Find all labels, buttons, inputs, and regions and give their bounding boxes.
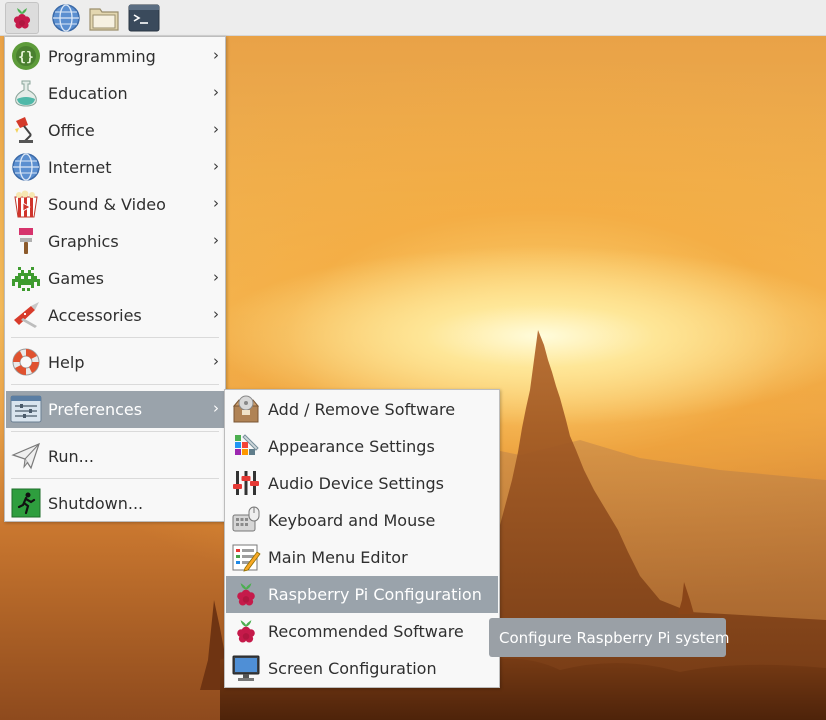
color-swatch-icon bbox=[235, 434, 259, 455]
raspberry-icon bbox=[13, 8, 31, 29]
submenu-item-label: Screen Configuration bbox=[268, 659, 437, 678]
pocket-knife-icon bbox=[14, 302, 39, 328]
menu-item-label: Games bbox=[48, 269, 104, 288]
menu-item-games[interactable]: Games › bbox=[6, 260, 224, 297]
globe-icon bbox=[52, 4, 80, 32]
terminal-launcher[interactable] bbox=[128, 2, 160, 34]
menu-item-programming[interactable]: {} Programming › bbox=[6, 38, 224, 75]
menu-separator bbox=[11, 337, 219, 338]
paper-plane-icon bbox=[11, 442, 40, 470]
submenu-item-label: Appearance Settings bbox=[268, 437, 435, 456]
menu-separator bbox=[11, 478, 219, 479]
chevron-right-icon: › bbox=[213, 46, 219, 64]
monitor-icon bbox=[232, 655, 260, 681]
chevron-right-icon: › bbox=[213, 352, 219, 370]
menu-item-label: Shutdown... bbox=[48, 494, 144, 513]
keyboard-mouse-icon bbox=[232, 506, 260, 532]
menu-separator bbox=[11, 431, 219, 432]
audio-sliders-icon bbox=[233, 471, 259, 495]
tooltip: Configure Raspberry Pi system bbox=[489, 618, 729, 657]
submenu-item-label: Add / Remove Software bbox=[268, 400, 456, 419]
menu-item-label: Graphics bbox=[48, 232, 119, 251]
submenu-item-add-remove-software[interactable]: Add / Remove Software bbox=[226, 391, 498, 428]
taskbar bbox=[0, 0, 826, 36]
submenu-item-label: Main Menu Editor bbox=[268, 548, 408, 567]
settings-sliders-icon bbox=[10, 395, 42, 423]
desk-lamp-icon bbox=[15, 117, 33, 143]
file-manager-launcher[interactable] bbox=[88, 2, 120, 34]
menu-item-label: Internet bbox=[48, 158, 112, 177]
chevron-right-icon: › bbox=[213, 268, 219, 286]
menu-item-shutdown[interactable]: Shutdown... bbox=[6, 485, 224, 522]
submenu-item-recommended-software[interactable]: Recommended Software bbox=[226, 613, 498, 650]
chevron-right-icon: › bbox=[213, 157, 219, 175]
menu-item-label: Education bbox=[48, 84, 128, 103]
chevron-right-icon: › bbox=[213, 399, 219, 417]
web-browser-launcher[interactable] bbox=[50, 2, 82, 34]
menu-item-sound-video[interactable]: Sound & Video › bbox=[6, 186, 224, 223]
menu-item-preferences[interactable]: Preferences › bbox=[6, 391, 224, 428]
flask-icon bbox=[15, 80, 37, 107]
raspberry-icon bbox=[237, 620, 255, 643]
svg-text:{}: {} bbox=[18, 50, 34, 65]
menu-item-accessories[interactable]: Accessories › bbox=[6, 297, 224, 334]
chevron-right-icon: › bbox=[213, 194, 219, 212]
chevron-right-icon: › bbox=[213, 231, 219, 249]
submenu-item-audio-device-settings[interactable]: Audio Device Settings bbox=[226, 465, 498, 502]
code-braces-icon: {} bbox=[12, 42, 40, 70]
menu-item-help[interactable]: Help › bbox=[6, 344, 224, 381]
globe-icon bbox=[12, 153, 40, 181]
menu-editor-icon bbox=[232, 544, 261, 572]
menu-item-label: Office bbox=[48, 121, 95, 140]
menu-item-label: Help bbox=[48, 353, 85, 372]
menu-item-graphics[interactable]: Graphics › bbox=[6, 223, 224, 260]
folder-icon bbox=[89, 8, 119, 31]
exit-runner-icon bbox=[11, 488, 41, 518]
menu-item-label: Preferences bbox=[48, 400, 143, 419]
menu-separator bbox=[11, 384, 219, 385]
submenu-item-label: Audio Device Settings bbox=[268, 474, 444, 493]
submenu-item-label: Keyboard and Mouse bbox=[268, 511, 436, 530]
package-disc-icon bbox=[232, 395, 260, 423]
menu-item-label: Sound & Video bbox=[48, 195, 166, 214]
space-invader-icon bbox=[12, 267, 40, 291]
menu-item-office[interactable]: Office › bbox=[6, 112, 224, 149]
applications-menu-button[interactable] bbox=[5, 2, 39, 34]
chevron-right-icon: › bbox=[213, 120, 219, 138]
menu-item-label: Programming bbox=[48, 47, 156, 66]
submenu-item-label: Raspberry Pi Configuration bbox=[268, 585, 482, 604]
chevron-right-icon: › bbox=[213, 305, 219, 323]
menu-item-label: Accessories bbox=[48, 306, 142, 325]
submenu-item-raspberry-pi-configuration[interactable]: Raspberry Pi Configuration bbox=[226, 576, 498, 613]
applications-menu: {} Programming › Education › Office › In… bbox=[4, 36, 226, 522]
preferences-submenu: Add / Remove Software Appearance Setting… bbox=[224, 389, 500, 688]
menu-item-internet[interactable]: Internet › bbox=[6, 149, 224, 186]
lifebuoy-icon bbox=[12, 348, 40, 376]
submenu-item-screen-configuration[interactable]: Screen Configuration bbox=[226, 650, 498, 687]
submenu-item-main-menu-editor[interactable]: Main Menu Editor bbox=[226, 539, 498, 576]
menu-item-label: Run... bbox=[48, 447, 94, 466]
submenu-item-label: Recommended Software bbox=[268, 622, 464, 641]
paintbrush-icon bbox=[19, 228, 33, 254]
raspberry-icon bbox=[237, 583, 255, 606]
submenu-item-keyboard-and-mouse[interactable]: Keyboard and Mouse bbox=[226, 502, 498, 539]
chevron-right-icon: › bbox=[213, 83, 219, 101]
terminal-icon bbox=[128, 4, 160, 32]
menu-item-run[interactable]: Run... bbox=[6, 438, 224, 475]
popcorn-icon bbox=[14, 190, 38, 218]
submenu-item-appearance-settings[interactable]: Appearance Settings bbox=[226, 428, 498, 465]
menu-item-education[interactable]: Education › bbox=[6, 75, 224, 112]
